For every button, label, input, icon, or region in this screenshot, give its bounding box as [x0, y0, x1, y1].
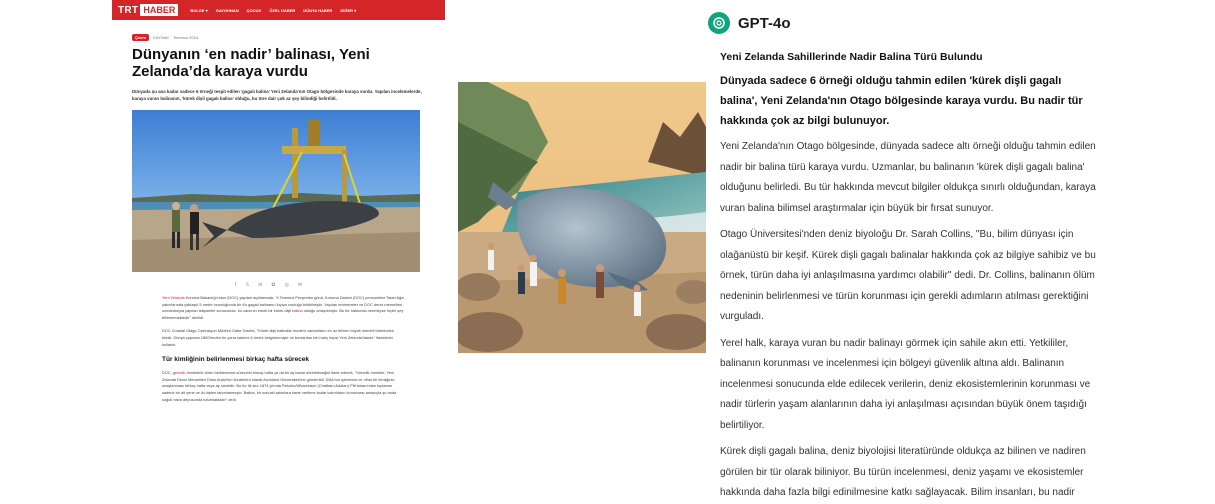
whale-on-beach-photo	[132, 120, 420, 272]
article-body: f 𝕏 in ✿ ◎ ✉ Yeni Zelanda Koruma Bakanlı…	[132, 282, 425, 403]
logo-haber-text: HABER	[140, 4, 179, 16]
nav-item-gayghnan[interactable]: GAYGHNAN	[216, 8, 239, 13]
x-icon[interactable]: 𝕏	[245, 282, 249, 288]
meta-date: Temmuz 2024	[173, 35, 199, 40]
trt-article: Çevre KAYNAK Temmuz 2024 Dünyanın ‘en na…	[112, 20, 445, 403]
trt-haber-logo[interactable]: TRT HABER	[118, 4, 179, 16]
trt-navbar: TRT HABER BOLGE ▾ GAYGHNAN ÇOCUK ÖZEL HA…	[112, 0, 445, 20]
generated-whale-image	[458, 82, 706, 353]
article-paragraph-1: Yeni Zelanda Koruma Bakanlığı'ndan (DOC)…	[162, 295, 405, 321]
link-balina[interactable]: balina	[292, 308, 302, 313]
meta-source: KAYNAK	[153, 35, 170, 40]
article-lead: Dünyada şu ana kadar sadece 6 örneği tes…	[132, 89, 422, 101]
link-genetik[interactable]: genetik	[173, 370, 186, 375]
paragraph-text: DOC,	[162, 370, 173, 376]
nav-item-ozel-haber[interactable]: ÖZEL HABER	[269, 8, 295, 13]
openai-logo-icon	[708, 12, 730, 34]
article-paragraph-2: DOC Coastal Otago Operasyon Müdürü Gabe …	[162, 328, 394, 347]
facebook-icon[interactable]: f	[235, 282, 236, 288]
nav-item-cocuk[interactable]: ÇOCUK	[247, 8, 262, 13]
mail-icon[interactable]: ✉	[298, 282, 302, 288]
article-subheading: Tür kimliğinin belirlenmesi birkaç hafta…	[162, 356, 310, 364]
stranded-whale-illustration	[458, 82, 706, 353]
article-meta: Çevre KAYNAK Temmuz 2024	[132, 34, 425, 41]
gpt-panel: GPT-4o Yeni Zelanda Sahillerinde Nadir B…	[708, 0, 1215, 504]
article-photo	[132, 110, 420, 272]
gpt-header: GPT-4o	[708, 12, 1215, 34]
nav-item-bolge[interactable]: BOLGE ▾	[190, 8, 207, 13]
share-row: f 𝕏 in ✿ ◎ ✉	[132, 282, 405, 288]
linkedin-icon[interactable]: in	[258, 282, 262, 288]
article-title: Dünyanın ‘en nadir’ balinası, Yeni Zelan…	[132, 46, 370, 80]
gpt-article-lead: Dünyada sadece 6 örneği olduğu tahmin ed…	[720, 75, 1083, 127]
pinterest-icon[interactable]: ✿	[271, 282, 275, 288]
gpt-paragraph-1: Yeni Zelanda'nın Otago bölgesinde, dünya…	[720, 141, 1096, 214]
nav-item-diger[interactable]: DİĞER ▾	[340, 8, 356, 13]
trt-haber-page: TRT HABER BOLGE ▾ GAYGHNAN ÇOCUK ÖZEL HA…	[112, 0, 445, 504]
logo-trt-text: TRT	[118, 4, 139, 16]
link-yeni-zelanda[interactable]: Yeni Zelanda	[162, 295, 185, 300]
article-paragraph-3: DOC, genetik örneklerle türün belirlenme…	[162, 370, 405, 403]
paragraph-text: örneklerle türün belirlenmesi sürecinin …	[162, 370, 397, 402]
model-name: GPT-4o	[738, 14, 791, 32]
openai-logo-glyph	[713, 17, 725, 29]
gpt-article-heading: Yeni Zelanda Sahillerinde Nadir Balina T…	[720, 51, 983, 63]
category-tag[interactable]: Çevre	[132, 34, 150, 41]
nav-item-dunya-haber[interactable]: DÜNYA HABER	[303, 8, 332, 13]
gpt-paragraph-2: Otago Üniversitesi'nden deniz biyoloğu D…	[720, 229, 1096, 322]
whatsapp-icon[interactable]: ◎	[284, 282, 288, 288]
gpt-paragraph-3: Yerel halk, karaya vuran bu nadir balina…	[720, 337, 1091, 431]
gpt-paragraph-4: Kürek dişli gagalı balina, deniz biyoloj…	[720, 446, 1086, 498]
